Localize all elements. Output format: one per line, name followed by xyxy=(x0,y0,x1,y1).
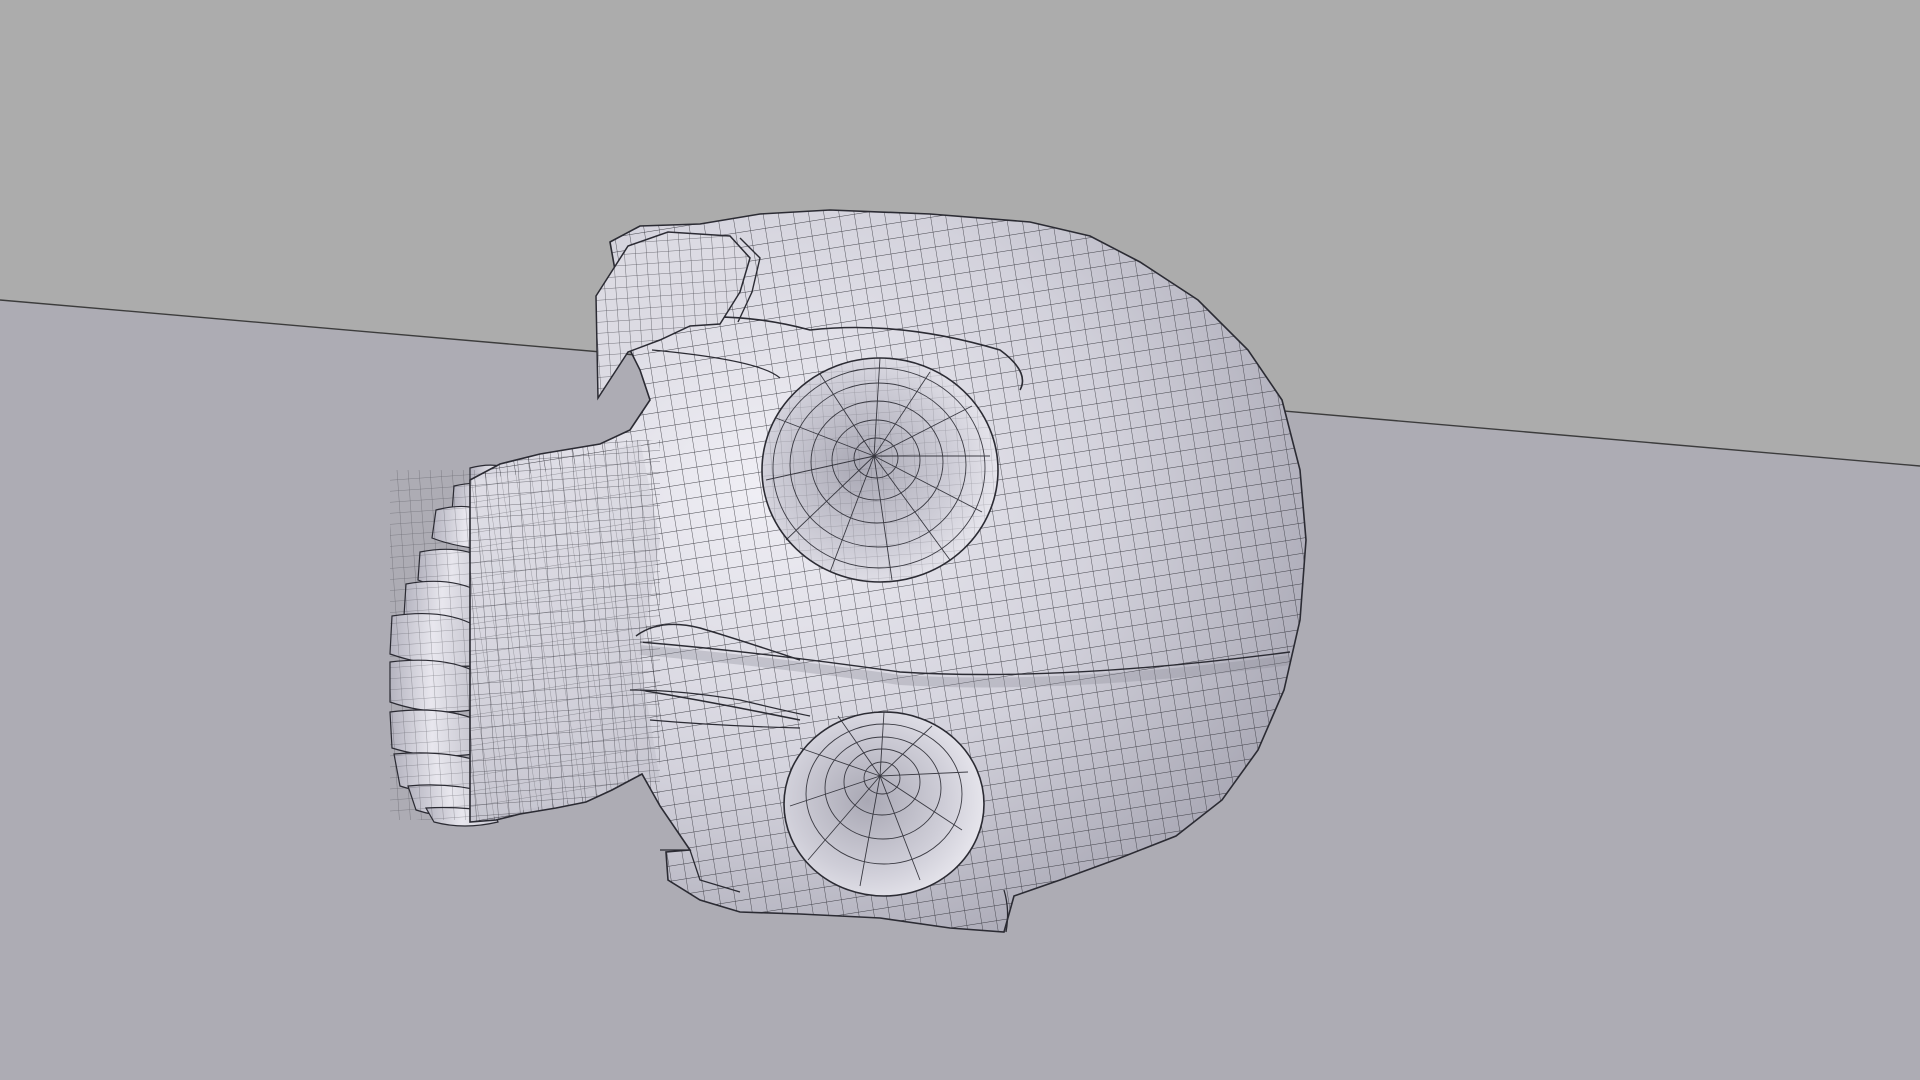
eye-socket-lower xyxy=(783,711,985,897)
viewport-canvas[interactable] xyxy=(0,0,1920,1080)
eye-socket-upper xyxy=(761,357,999,583)
3d-viewport[interactable] xyxy=(0,0,1920,1080)
